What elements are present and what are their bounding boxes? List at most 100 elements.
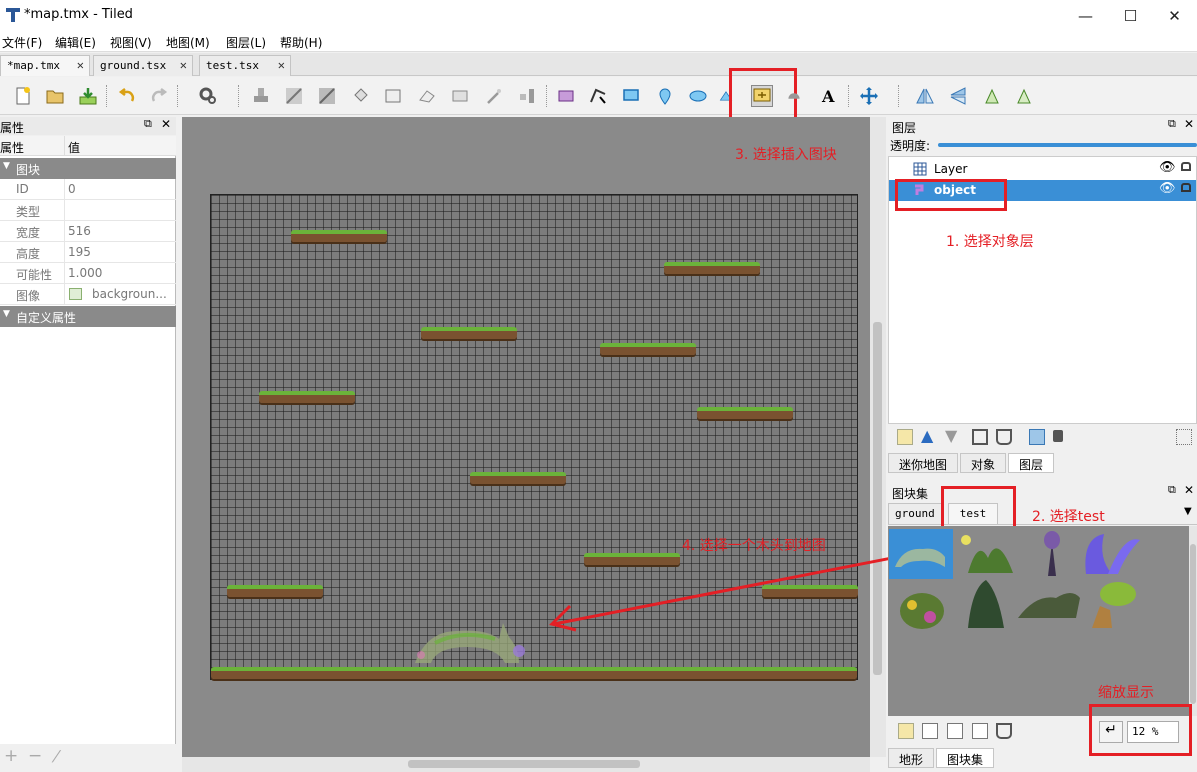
commands-button[interactable]: [190, 85, 226, 107]
menu-view[interactable]: 视图(V): [110, 34, 152, 51]
random-mode-button[interactable]: [316, 85, 338, 107]
lower-layer-icon[interactable]: ▼: [945, 426, 957, 445]
rotate-right-button[interactable]: [1013, 85, 1035, 107]
property-row[interactable]: 宽度 516: [0, 221, 176, 242]
stamp-brush-button[interactable]: [250, 85, 272, 107]
tab-objects[interactable]: 对象: [960, 453, 1007, 473]
tab-terrain[interactable]: 地形: [888, 748, 935, 768]
insert-template-button[interactable]: [787, 85, 801, 107]
maximize-button[interactable]: ☐: [1108, 0, 1153, 31]
menu-file[interactable]: 文件(F): [2, 34, 42, 51]
redo-button[interactable]: [148, 85, 170, 107]
scrollbar-thumb[interactable]: [408, 760, 640, 768]
crystal-plant-tile-icon[interactable]: [1078, 528, 1144, 576]
lock-other-layers-icon[interactable]: [1053, 430, 1063, 442]
property-row[interactable]: 类型: [0, 200, 176, 221]
toggle-other-layers-icon[interactable]: [1029, 429, 1045, 445]
property-row[interactable]: 图像 backgroun...: [0, 284, 176, 305]
dynamic-wrapping-button[interactable]: ↵: [1099, 721, 1123, 743]
tab-test-tsx[interactable]: test.tsx ✕: [199, 55, 291, 76]
flip-vertical-button[interactable]: [947, 85, 969, 107]
edit-tileset-icon[interactable]: [972, 723, 988, 739]
insert-text-button[interactable]: A: [818, 85, 840, 107]
duplicate-layer-icon[interactable]: [972, 429, 988, 445]
insert-point-button[interactable]: [654, 85, 676, 107]
close-panel-icon[interactable]: ✕: [1184, 483, 1194, 497]
menu-edit[interactable]: 编辑(E): [55, 34, 96, 51]
eraser-button[interactable]: [416, 85, 438, 107]
tileset-menu-arrow-icon[interactable]: ▼: [1184, 506, 1192, 517]
close-tab-icon[interactable]: ✕: [180, 58, 187, 72]
new-map-button[interactable]: [12, 85, 34, 107]
column-header-name[interactable]: 属性: [0, 139, 24, 156]
undo-button[interactable]: [116, 85, 138, 107]
export-tileset-icon[interactable]: [947, 723, 963, 739]
close-window-button[interactable]: ✕: [1152, 0, 1197, 31]
terrain-brush-button[interactable]: [283, 85, 305, 107]
close-panel-icon[interactable]: ✕: [161, 117, 171, 131]
float-panel-icon[interactable]: ⧉: [1168, 483, 1176, 497]
tile-selected[interactable]: [889, 529, 953, 579]
world-tool-button[interactable]: [858, 85, 880, 107]
close-panel-icon[interactable]: ✕: [1184, 117, 1194, 131]
menu-map[interactable]: 地图(M): [166, 34, 210, 51]
shape-fill-button[interactable]: [382, 85, 404, 107]
opacity-slider[interactable]: [938, 143, 1197, 147]
new-tileset-icon[interactable]: [898, 723, 914, 739]
flip-horizontal-button[interactable]: [914, 85, 936, 107]
tab-ground-tsx[interactable]: ground.tsx ✕: [93, 55, 193, 76]
column-header-value[interactable]: 值: [68, 139, 80, 156]
edit-property-icon[interactable]: /: [51, 747, 63, 765]
canvas-horizontal-scrollbar[interactable]: [182, 757, 870, 772]
insert-ellipse-button[interactable]: [687, 85, 709, 107]
eye-visibility-icon[interactable]: 👁: [1159, 181, 1176, 196]
select-objects-button[interactable]: [555, 85, 577, 107]
remove-property-icon[interactable]: −: [28, 746, 42, 766]
bucket-fill-button[interactable]: [350, 85, 372, 107]
tab-layers[interactable]: 图层: [1008, 453, 1055, 473]
delete-layer-icon[interactable]: [996, 429, 1012, 445]
layer-row-layer[interactable]: Layer 👁: [889, 159, 1196, 180]
insert-rectangle-button[interactable]: [620, 85, 642, 107]
mushroom-tile-icon[interactable]: [1028, 528, 1078, 578]
tileset-vertical-scrollbar[interactable]: [1189, 526, 1197, 716]
edit-polygons-button[interactable]: [587, 85, 609, 107]
tree-deer-tile-icon[interactable]: [1082, 576, 1142, 630]
log-tile-object[interactable]: [407, 615, 537, 667]
lock-icon[interactable]: [1181, 162, 1191, 171]
plant-tile-icon[interactable]: [958, 528, 1018, 578]
property-row[interactable]: 高度 195: [0, 242, 176, 263]
group-tile[interactable]: ▼ 图块: [0, 158, 176, 179]
remove-tileset-icon[interactable]: [996, 723, 1012, 739]
eye-visibility-icon[interactable]: 👁: [1159, 160, 1176, 175]
property-row[interactable]: ID 0: [0, 179, 176, 200]
rotate-left-button[interactable]: [981, 85, 1003, 107]
fern-tile-icon[interactable]: [962, 578, 1010, 630]
stump-tile-icon[interactable]: [1016, 584, 1082, 622]
property-row[interactable]: 可能性 1.000: [0, 263, 176, 284]
highlight-layer-icon[interactable]: [1176, 429, 1192, 445]
tab-tilesets[interactable]: 图块集: [936, 748, 995, 768]
lock-icon[interactable]: [1181, 183, 1191, 192]
zoom-combo[interactable]: 12 %: [1127, 721, 1179, 743]
tab-minimap[interactable]: 迷你地图: [888, 453, 959, 473]
save-button[interactable]: [77, 85, 99, 107]
rect-select-button[interactable]: [449, 85, 471, 107]
insert-tile-button[interactable]: [751, 85, 773, 107]
float-panel-icon[interactable]: ⧉: [144, 117, 152, 131]
import-tileset-icon[interactable]: [922, 723, 938, 739]
scrollbar-thumb[interactable]: [1190, 544, 1196, 704]
menu-help[interactable]: 帮助(H): [280, 34, 322, 51]
menu-layer[interactable]: 图层(L): [226, 34, 266, 51]
close-tab-icon[interactable]: ✕: [278, 58, 285, 72]
open-button[interactable]: [44, 85, 66, 107]
new-layer-icon[interactable]: [897, 429, 913, 445]
raise-layer-icon[interactable]: ▲: [921, 426, 933, 445]
magic-wand-button[interactable]: [483, 85, 505, 107]
close-tab-icon[interactable]: ✕: [77, 58, 84, 72]
group-custom-properties[interactable]: ▼ 自定义属性: [0, 306, 176, 327]
canvas-vertical-scrollbar[interactable]: [870, 117, 886, 757]
flower-bush-tile-icon[interactable]: [890, 581, 952, 631]
minimize-button[interactable]: —: [1063, 0, 1108, 31]
select-same-tile-button[interactable]: [516, 85, 538, 107]
